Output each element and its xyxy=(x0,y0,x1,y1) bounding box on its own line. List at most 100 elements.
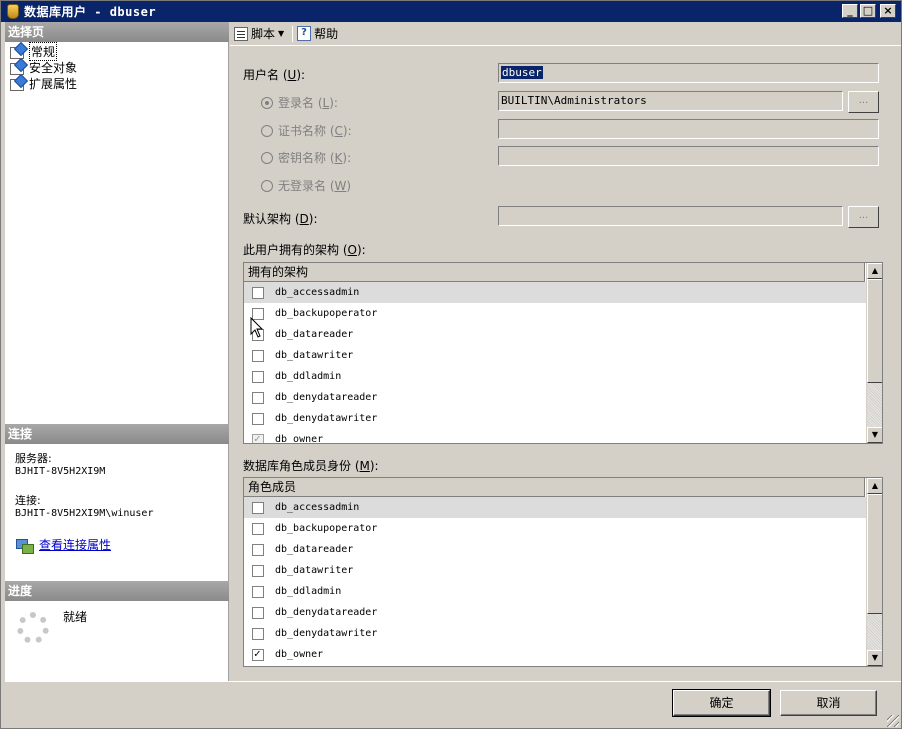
checkbox[interactable] xyxy=(252,370,264,383)
scroll-down-icon[interactable]: ▼ xyxy=(867,650,882,666)
list-item[interactable]: db_denydatawriter xyxy=(244,408,867,429)
default-schema-browse-button[interactable]: ... xyxy=(848,206,879,228)
view-connection-properties[interactable]: 查看连接属性 xyxy=(15,536,111,554)
role-members-column-header[interactable]: 角色成员 xyxy=(244,478,865,497)
login-name-field[interactable]: BUILTIN\Administrators xyxy=(498,91,843,111)
page-item-extended-properties[interactable]: 扩展属性 xyxy=(9,75,77,91)
page-icon xyxy=(9,60,25,75)
list-item[interactable]: db_datareader xyxy=(244,324,867,345)
username-field[interactable]: dbuser xyxy=(498,63,879,83)
scroll-down-icon[interactable]: ▼ xyxy=(867,427,882,443)
certificate-name-radio[interactable]: 证书名称 (C): xyxy=(261,122,352,139)
schema-name: db_denydatawriter xyxy=(275,413,378,424)
scroll-thumb[interactable] xyxy=(867,494,882,614)
progress-status: 就绪 xyxy=(63,610,88,624)
owned-schemas-column-header[interactable]: 拥有的架构 xyxy=(244,263,865,282)
scroll-thumb[interactable] xyxy=(867,279,882,383)
default-schema-field[interactable] xyxy=(498,206,843,226)
schema-name: db_accessadmin xyxy=(275,287,360,298)
network-icon xyxy=(15,537,34,554)
checkbox[interactable] xyxy=(252,606,264,619)
database-icon xyxy=(7,4,19,19)
checkbox[interactable] xyxy=(252,412,264,425)
key-name-field[interactable] xyxy=(498,146,879,166)
key-name-radio[interactable]: 密钥名称 (K): xyxy=(261,149,351,166)
script-icon xyxy=(234,26,248,41)
list-item[interactable]: db_datawriter xyxy=(244,560,867,581)
schema-name: db_denydatareader xyxy=(275,392,378,403)
list-item[interactable]: db_backupoperator xyxy=(244,518,867,539)
role-membership-list[interactable]: 角色成员 db_accessadmin db_backupoperator db… xyxy=(243,477,883,667)
list-item[interactable]: db_datawriter xyxy=(244,345,867,366)
page-item-general[interactable]: 常规 xyxy=(9,41,58,61)
role-name: db_owner xyxy=(275,649,324,660)
list-item[interactable]: db_accessadmin xyxy=(244,282,867,303)
progress-spinner-icon xyxy=(17,612,49,644)
login-browse-button[interactable]: ... xyxy=(848,91,879,113)
progress-header: 进度 xyxy=(5,581,229,601)
list-item[interactable]: db_owner xyxy=(244,429,867,443)
script-button[interactable]: 脚本 ▼ xyxy=(234,25,284,42)
list-item[interactable]: db_ddladmin xyxy=(244,581,867,602)
page-icon xyxy=(9,44,25,59)
role-name: db_ddladmin xyxy=(275,586,342,597)
owned-schemas-label: 此用户拥有的架构 (O): xyxy=(243,243,366,257)
checkbox[interactable] xyxy=(252,647,264,661)
maximize-button[interactable]: □ xyxy=(860,4,876,18)
scroll-up-icon[interactable]: ▲ xyxy=(867,478,882,494)
checkbox[interactable] xyxy=(252,627,264,640)
checkbox[interactable] xyxy=(252,501,264,514)
list-item[interactable]: db_denydatareader xyxy=(244,602,867,623)
no-login-radio[interactable]: 无登录名 (W) xyxy=(261,177,351,194)
role-name: db_backupoperator xyxy=(275,523,378,534)
list-item[interactable]: db_datareader xyxy=(244,539,867,560)
checkbox[interactable] xyxy=(252,585,264,598)
scroll-up-icon[interactable]: ▲ xyxy=(867,263,882,279)
help-button[interactable]: 帮助 xyxy=(297,25,338,42)
view-connection-properties-link[interactable]: 查看连接属性 xyxy=(39,536,111,553)
close-button[interactable]: × xyxy=(880,4,896,18)
title-bar[interactable]: 数据库用户 - dbuser _ □ × xyxy=(1,1,901,22)
checkbox[interactable] xyxy=(252,286,264,299)
server-value: BJHIT-8V5H2XI9M xyxy=(15,466,106,477)
checkbox[interactable] xyxy=(252,564,264,577)
list-item[interactable]: db_denydatawriter xyxy=(244,623,867,644)
no-login-label: 无登录名 (W) xyxy=(278,179,352,193)
list-item[interactable]: db_accessadmin xyxy=(244,497,867,518)
schema-name: db_datareader xyxy=(275,329,354,340)
owned-schemas-list[interactable]: 拥有的架构 db_accessadmin db_backupoperator d… xyxy=(243,262,883,444)
certificate-name-label: 证书名称 (C): xyxy=(278,124,352,138)
radio-indicator xyxy=(261,179,273,192)
toolbar-separator xyxy=(292,25,294,42)
minimize-button[interactable]: _ xyxy=(842,4,858,18)
username-label: 用户名 (U): xyxy=(243,68,306,82)
radio-indicator xyxy=(261,124,273,137)
page-item-securables[interactable]: 安全对象 xyxy=(9,59,77,75)
select-page-header: 选择页 xyxy=(5,22,229,42)
role-name: db_denydatawriter xyxy=(275,628,378,639)
checkbox[interactable] xyxy=(252,349,264,362)
login-name-radio[interactable]: 登录名 (L): xyxy=(261,94,338,111)
resize-grip-icon[interactable] xyxy=(887,715,899,727)
list-item[interactable]: db_ddladmin xyxy=(244,366,867,387)
cancel-button[interactable]: 取消 xyxy=(780,690,877,716)
certificate-name-field[interactable] xyxy=(498,119,879,139)
login-name-label: 登录名 (L): xyxy=(278,96,338,110)
dialog-footer: 确定 取消 xyxy=(5,681,901,729)
role-name: db_accessadmin xyxy=(275,502,360,513)
checkbox[interactable] xyxy=(252,391,264,404)
checkbox[interactable] xyxy=(252,432,264,443)
owned-schemas-scrollbar[interactable]: ▲ ▼ xyxy=(866,263,882,443)
help-icon xyxy=(297,26,312,41)
list-item[interactable]: db_backupoperator xyxy=(244,303,867,324)
list-item[interactable]: db_denydatareader xyxy=(244,387,867,408)
checkbox[interactable] xyxy=(252,543,264,556)
server-label: 服务器: xyxy=(15,452,52,465)
connection-label: 连接: xyxy=(15,494,41,507)
list-item[interactable]: db_owner xyxy=(244,644,867,665)
checkbox[interactable] xyxy=(252,522,264,535)
role-membership-scrollbar[interactable]: ▲ ▼ xyxy=(866,478,882,666)
ok-button[interactable]: 确定 xyxy=(672,689,771,717)
chevron-down-icon[interactable]: ▼ xyxy=(278,29,284,38)
radio-indicator xyxy=(261,96,273,109)
